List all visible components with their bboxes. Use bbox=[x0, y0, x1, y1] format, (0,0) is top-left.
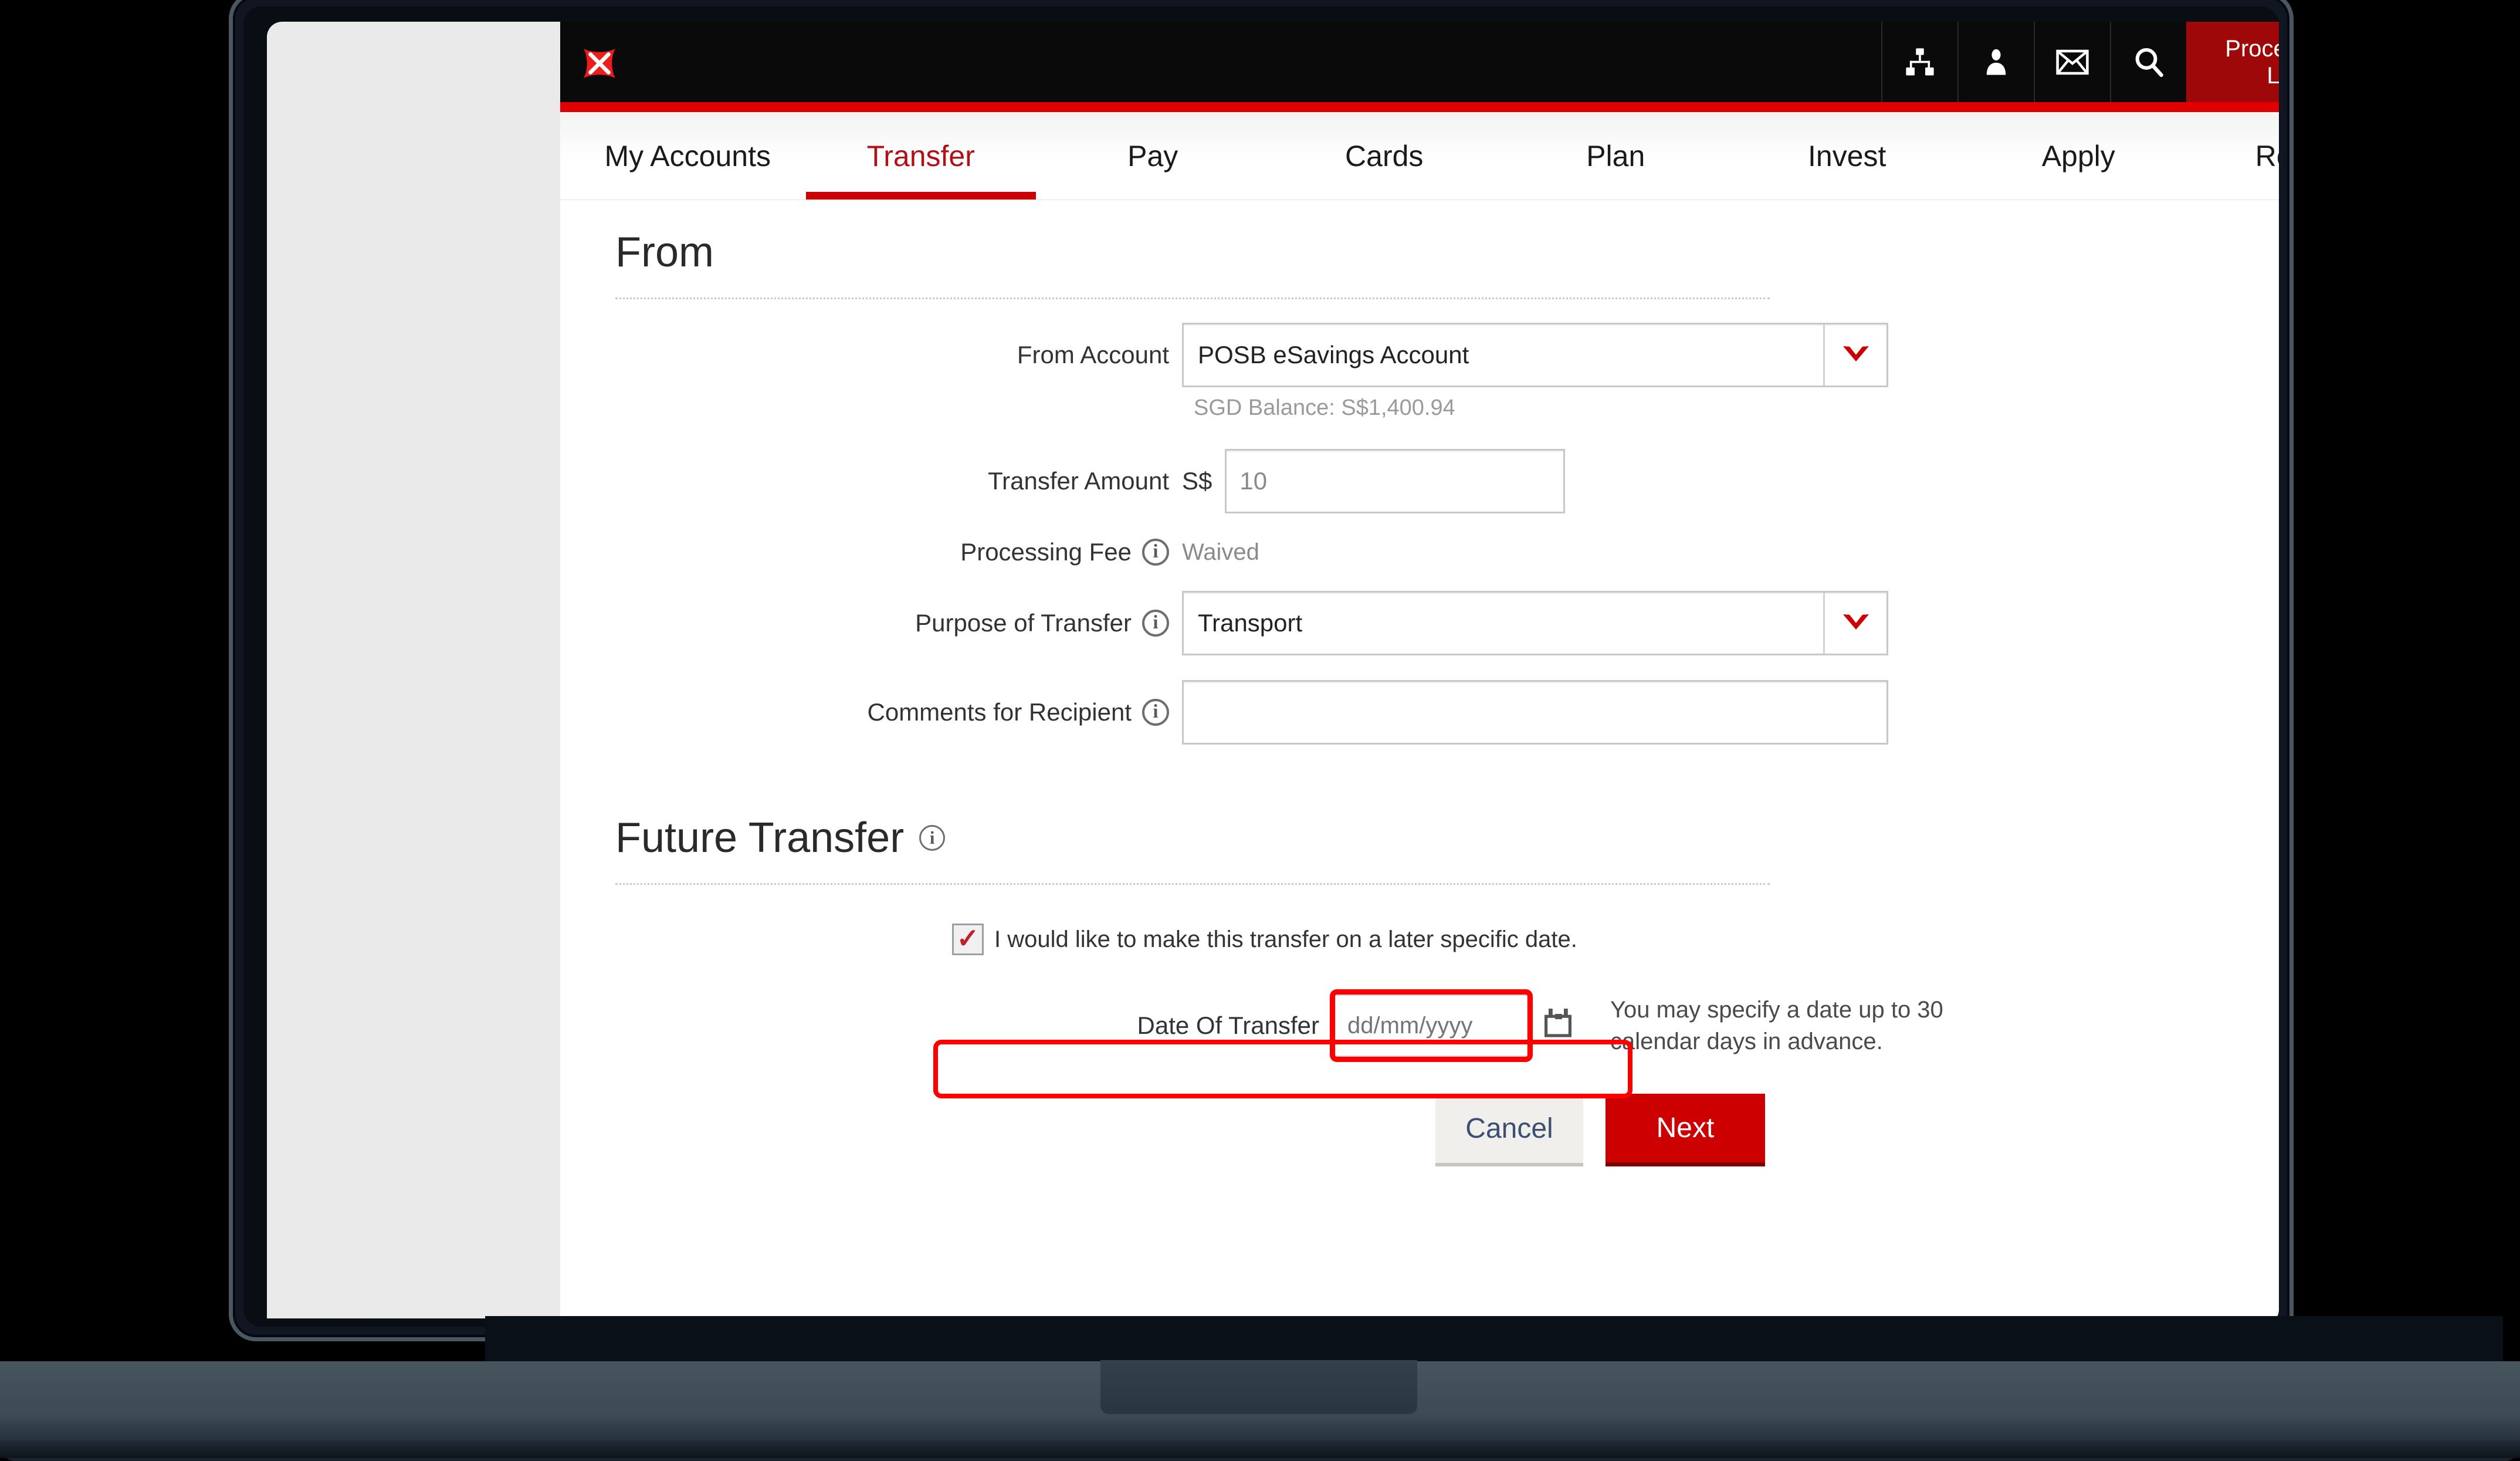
main-navigation: My Accounts Transfer Pay Cards Plan Inve… bbox=[560, 112, 2279, 200]
nav-label: Request bbox=[2255, 139, 2279, 173]
future-transfer-checkbox-label: I would like to make this transfer on a … bbox=[994, 926, 1577, 953]
user-profile-icon[interactable] bbox=[1957, 22, 2034, 102]
processing-fee-control: Waived bbox=[1182, 539, 1259, 566]
from-account-row: From Account POSB eSavings Account bbox=[560, 323, 2279, 387]
date-of-transfer-row: Date Of Transfer You may specify a bbox=[560, 994, 2279, 1057]
transfer-amount-input[interactable] bbox=[1225, 449, 1565, 513]
future-transfer-checkbox[interactable]: ✓ bbox=[952, 924, 984, 955]
form-actions: Cancel Next bbox=[560, 1094, 1765, 1166]
nav-label: Transfer bbox=[867, 139, 975, 173]
transfer-form: From From Account POSB eSavings Account bbox=[560, 200, 2279, 1327]
mail-icon[interactable] bbox=[2034, 22, 2110, 102]
comments-for-recipient-control bbox=[1182, 680, 1888, 745]
transfer-amount-row: Transfer Amount S$ bbox=[560, 449, 2279, 513]
laptop-base-notch bbox=[1100, 1360, 1417, 1414]
date-of-transfer-label: Date Of Transfer bbox=[560, 1012, 1334, 1040]
label-text: From Account bbox=[1017, 341, 1169, 369]
processing-fee-label: Processing Fee i bbox=[560, 538, 1182, 566]
from-section-divider bbox=[615, 297, 1770, 299]
sitemap-icon[interactable] bbox=[1881, 22, 1957, 102]
future-transfer-title: Future Transfer i bbox=[615, 786, 2279, 862]
nav-label: Cards bbox=[1345, 139, 1423, 173]
accent-rule bbox=[560, 102, 2279, 112]
purpose-of-transfer-control: Transport bbox=[1182, 591, 1888, 655]
future-transfer-heading-text: Future Transfer bbox=[615, 814, 904, 862]
laptop-frame: Proceed to Logout My Accounts Transfer bbox=[229, 0, 2294, 1341]
info-icon[interactable]: i bbox=[1142, 610, 1169, 637]
date-of-transfer-input-wrap bbox=[1334, 995, 1528, 1057]
label-text: Processing Fee bbox=[960, 538, 1132, 566]
sgd-balance-note: SGD Balance: S$1,400.94 bbox=[1194, 395, 2279, 421]
utility-bar-spacer bbox=[560, 22, 1881, 102]
chevron-down-icon[interactable] bbox=[1823, 324, 1886, 385]
red-x-close-icon[interactable] bbox=[581, 46, 618, 80]
from-heading-text: From bbox=[615, 228, 714, 276]
processing-fee-value: Waived bbox=[1182, 539, 1259, 566]
nav-item-pay[interactable]: Pay bbox=[1037, 112, 1269, 199]
purpose-of-transfer-row: Purpose of Transfer i Transport bbox=[560, 591, 2279, 655]
cancel-button[interactable]: Cancel bbox=[1435, 1094, 1583, 1166]
logout-label: Proceed to Logout bbox=[2225, 35, 2279, 89]
nav-label: My Accounts bbox=[605, 139, 771, 173]
processing-fee-row: Processing Fee i Waived bbox=[560, 538, 2279, 566]
from-section-title: From bbox=[615, 200, 2279, 276]
calendar-icon[interactable] bbox=[1543, 1006, 1576, 1046]
purpose-of-transfer-label: Purpose of Transfer i bbox=[560, 609, 1182, 637]
nav-item-my-accounts[interactable]: My Accounts bbox=[571, 112, 804, 199]
transfer-amount-control: S$ bbox=[1182, 449, 1565, 513]
nav-label: Apply bbox=[2042, 139, 2115, 173]
future-transfer-divider bbox=[615, 883, 1770, 885]
nav-label: Invest bbox=[1808, 139, 1886, 173]
from-account-control: POSB eSavings Account bbox=[1182, 323, 1888, 387]
from-account-value: POSB eSavings Account bbox=[1184, 324, 1823, 385]
date-of-transfer-hint: You may specify a date up to 30 calendar… bbox=[1610, 994, 1974, 1057]
nav-item-invest[interactable]: Invest bbox=[1731, 112, 1963, 199]
hinge-shadow bbox=[485, 1316, 2503, 1362]
from-account-label: From Account bbox=[560, 341, 1182, 369]
comments-for-recipient-input[interactable] bbox=[1182, 680, 1888, 745]
nav-item-request[interactable]: Request bbox=[2194, 112, 2279, 199]
future-transfer-checkbox-row[interactable]: ✓ I would like to make this transfer on … bbox=[952, 924, 2279, 955]
nav-label: Plan bbox=[1586, 139, 1645, 173]
next-button[interactable]: Next bbox=[1606, 1094, 1765, 1166]
label-text: Comments for Recipient bbox=[868, 698, 1132, 726]
purpose-of-transfer-select[interactable]: Transport bbox=[1182, 591, 1888, 655]
from-account-select[interactable]: POSB eSavings Account bbox=[1182, 323, 1888, 387]
nav-item-cards[interactable]: Cards bbox=[1268, 112, 1500, 199]
nav-item-apply[interactable]: Apply bbox=[1963, 112, 2194, 199]
transfer-amount-label: Transfer Amount bbox=[560, 467, 1182, 495]
info-icon[interactable]: i bbox=[919, 825, 945, 851]
browser-viewport: Proceed to Logout My Accounts Transfer bbox=[560, 22, 2279, 1327]
utility-bar: Proceed to Logout bbox=[560, 22, 2279, 102]
laptop-base-lip bbox=[0, 1440, 2520, 1458]
currency-prefix: S$ bbox=[1182, 467, 1212, 495]
search-icon[interactable] bbox=[2110, 22, 2186, 102]
nav-label: Pay bbox=[1127, 139, 1178, 173]
comments-for-recipient-row: Comments for Recipient i bbox=[560, 680, 2279, 745]
comments-for-recipient-label: Comments for Recipient i bbox=[560, 698, 1182, 726]
purpose-of-transfer-value: Transport bbox=[1184, 593, 1823, 654]
proceed-to-logout-button[interactable]: Proceed to Logout bbox=[2186, 22, 2279, 102]
screen-bezel: Proceed to Logout My Accounts Transfer bbox=[243, 6, 2279, 1327]
info-icon[interactable]: i bbox=[1142, 539, 1169, 566]
label-text: Transfer Amount bbox=[988, 467, 1169, 495]
chevron-down-icon[interactable] bbox=[1823, 593, 1886, 654]
date-of-transfer-input[interactable] bbox=[1334, 995, 1528, 1057]
info-icon[interactable]: i bbox=[1142, 699, 1169, 726]
label-text: Purpose of Transfer bbox=[915, 609, 1132, 637]
check-icon: ✓ bbox=[957, 925, 980, 952]
nav-item-transfer[interactable]: Transfer bbox=[804, 112, 1037, 199]
nav-item-plan[interactable]: Plan bbox=[1500, 112, 1732, 199]
